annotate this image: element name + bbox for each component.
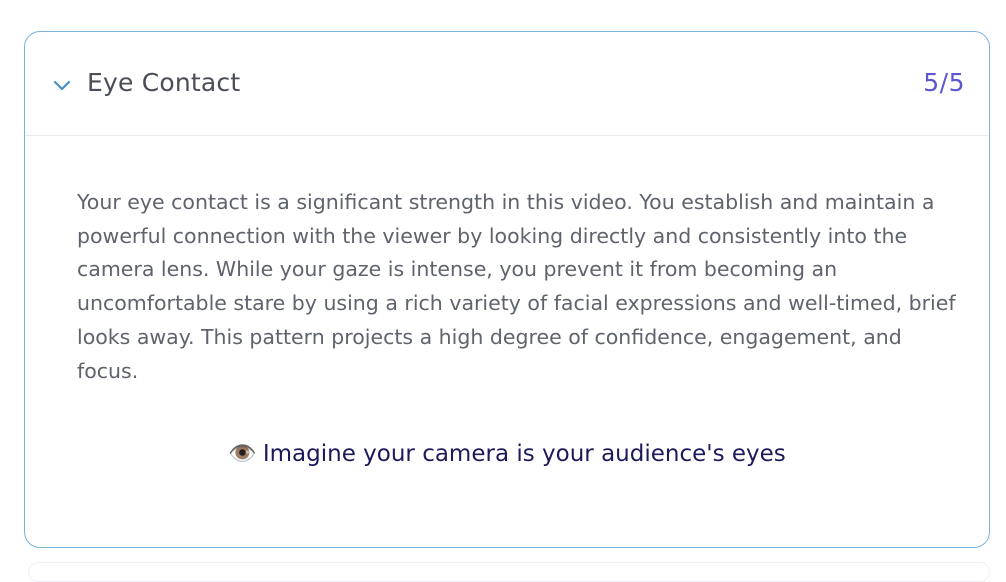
card-title: Eye Contact xyxy=(87,68,241,97)
score-badge: 5/5 xyxy=(923,68,965,97)
feedback-body-text: Your eye contact is a significant streng… xyxy=(77,190,956,383)
chevron-down-icon[interactable] xyxy=(51,74,73,96)
eye-icon: 👁️ xyxy=(228,441,257,467)
tip-line: 👁️ Imagine your camera is your audience's… xyxy=(25,439,989,469)
feedback-card-eye-contact: Eye Contact 5/5 Your eye contact is a si… xyxy=(24,31,990,548)
next-card-partial xyxy=(28,562,990,582)
card-header-toggle[interactable]: Eye Contact 5/5 xyxy=(25,32,989,136)
tip-text: Imagine your camera is your audience's e… xyxy=(262,441,786,467)
